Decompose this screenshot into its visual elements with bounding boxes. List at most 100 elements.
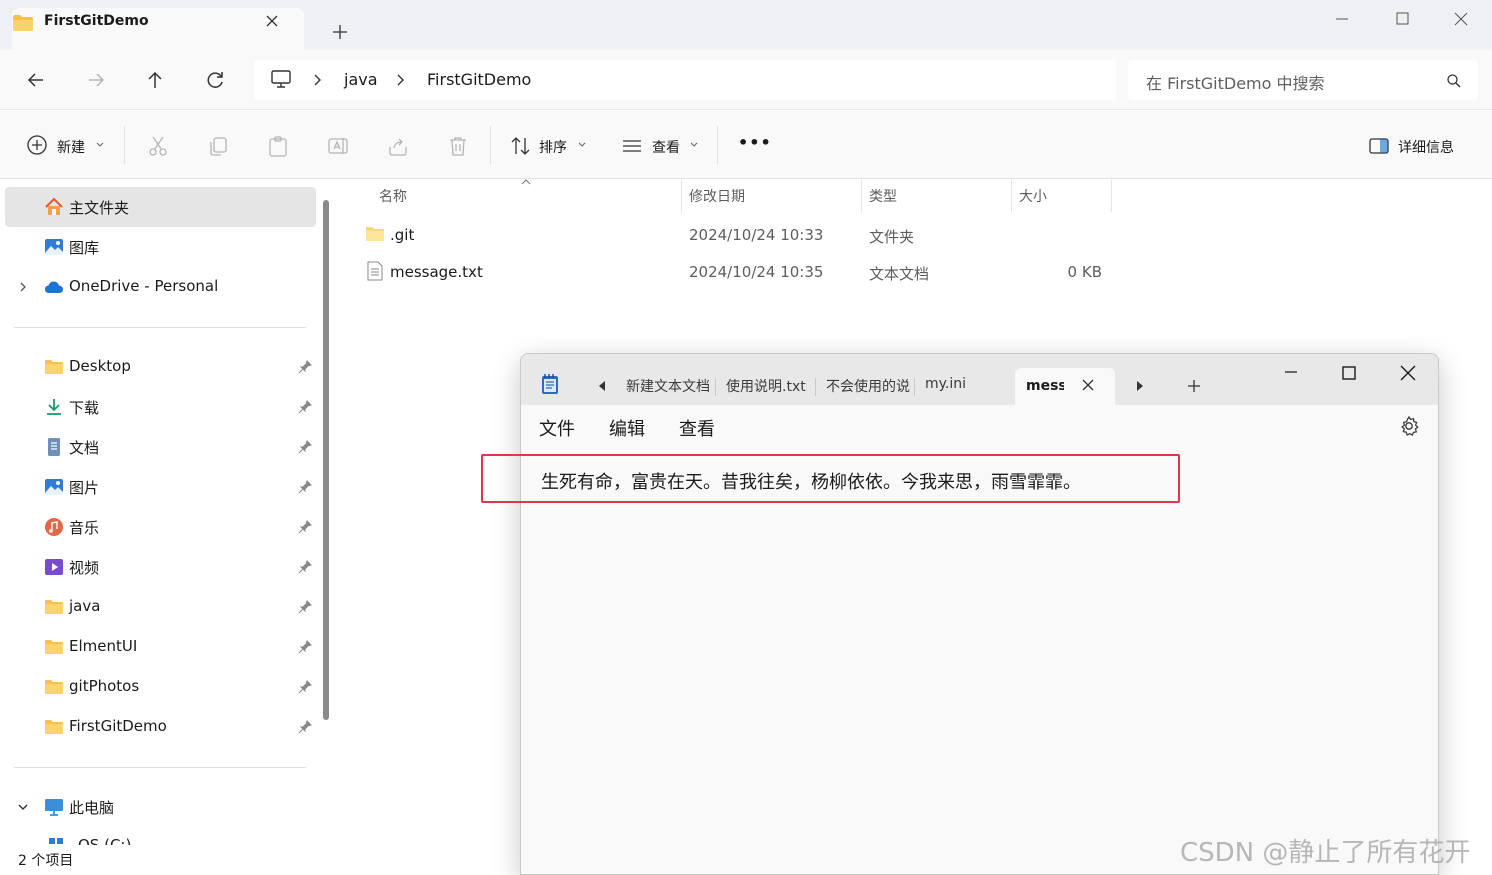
gear-icon[interactable] bbox=[1398, 415, 1420, 437]
delete-icon[interactable] bbox=[446, 134, 470, 158]
forward-arrow-icon[interactable] bbox=[84, 68, 108, 92]
copy-icon[interactable] bbox=[206, 134, 230, 158]
pin-icon[interactable] bbox=[298, 520, 312, 534]
pin-icon[interactable] bbox=[298, 600, 312, 614]
highlight-annotation-box bbox=[481, 454, 1180, 503]
table-row[interactable]: .git 2024/10/24 10:33 文件夹 bbox=[350, 218, 1120, 252]
details-pane-icon[interactable] bbox=[1367, 134, 1391, 158]
nav-item-downloads[interactable]: 下载 bbox=[0, 387, 316, 427]
folder-icon bbox=[365, 225, 385, 243]
nav-item-videos[interactable]: 视频 bbox=[0, 547, 316, 587]
new-icon[interactable] bbox=[26, 134, 50, 158]
chevron-right-icon[interactable] bbox=[16, 280, 30, 294]
plus-icon[interactable] bbox=[1186, 378, 1202, 394]
column-header-type[interactable]: 类型 bbox=[869, 186, 897, 206]
rename-icon[interactable] bbox=[326, 134, 350, 158]
file-date: 2024/10/24 10:35 bbox=[689, 263, 824, 281]
nav-item-desktop[interactable]: Desktop bbox=[0, 347, 316, 387]
paste-icon[interactable] bbox=[266, 134, 290, 158]
nav-item-gitphotos[interactable]: gitPhotos bbox=[0, 667, 316, 707]
menu-view[interactable]: 查看 bbox=[679, 415, 715, 441]
window-close-icon[interactable] bbox=[1398, 364, 1418, 382]
nav-item-music[interactable]: 音乐 bbox=[0, 507, 316, 547]
toolbar-divider bbox=[124, 126, 125, 164]
notepad-tab-1[interactable]: 新建文本文档 bbox=[626, 366, 712, 405]
up-arrow-icon[interactable] bbox=[143, 68, 167, 92]
notepad-window[interactable]: 新建文本文档 使用说明.txt 不会使用的说明 my.ini message.t… bbox=[520, 353, 1439, 875]
menu-edit[interactable]: 编辑 bbox=[609, 415, 645, 441]
pin-icon[interactable] bbox=[298, 440, 312, 454]
column-divider[interactable] bbox=[1111, 180, 1112, 212]
nav-item-java[interactable]: java bbox=[0, 587, 316, 627]
nav-item-label: 音乐 bbox=[69, 519, 100, 537]
more-options-button[interactable]: ••• bbox=[738, 133, 772, 152]
tab-scroll-left-icon[interactable] bbox=[597, 380, 607, 392]
pin-icon[interactable] bbox=[298, 560, 312, 574]
new-button[interactable]: 新建 bbox=[57, 137, 85, 157]
pin-icon[interactable] bbox=[298, 640, 312, 654]
breadcrumb-java[interactable]: java bbox=[344, 70, 378, 89]
nav-item-pictures[interactable]: 图片 bbox=[0, 467, 316, 507]
breadcrumb-firstgitdemo[interactable]: FirstGitDemo bbox=[427, 70, 531, 89]
plus-icon[interactable] bbox=[330, 22, 350, 42]
nav-item-elmentui[interactable]: ElmentUI bbox=[0, 627, 316, 667]
column-header-date[interactable]: 修改日期 bbox=[689, 186, 745, 206]
notepad-tab-5[interactable]: message.txt bbox=[1026, 368, 1064, 407]
column-header-size[interactable]: 大小 bbox=[1019, 186, 1047, 206]
nav-item-home[interactable]: 主文件夹 bbox=[0, 187, 316, 227]
tab-title: FirstGitDemo bbox=[44, 13, 149, 29]
pin-icon[interactable] bbox=[298, 720, 312, 734]
pin-icon[interactable] bbox=[298, 400, 312, 414]
sort-icon[interactable] bbox=[509, 134, 533, 158]
window-close-icon[interactable] bbox=[1449, 10, 1473, 28]
nav-item-os-drive[interactable]: OS (C:) bbox=[0, 827, 316, 845]
column-divider[interactable] bbox=[861, 180, 862, 212]
maximize-icon[interactable] bbox=[1339, 364, 1359, 382]
notepad-tab-2[interactable]: 使用说明.txt bbox=[726, 366, 812, 405]
column-divider[interactable] bbox=[681, 180, 682, 212]
back-arrow-icon[interactable] bbox=[24, 68, 48, 92]
column-divider[interactable] bbox=[1011, 180, 1012, 212]
nav-item-onedrive[interactable]: OneDrive - Personal bbox=[0, 267, 316, 307]
share-icon[interactable] bbox=[386, 134, 410, 158]
pin-icon[interactable] bbox=[298, 480, 312, 494]
nav-item-this-pc[interactable]: 此电脑 bbox=[0, 787, 316, 827]
nav-divider bbox=[14, 767, 306, 768]
search-icon[interactable] bbox=[1446, 73, 1462, 89]
notepad-tab-3[interactable]: 不会使用的说明 bbox=[826, 366, 910, 405]
close-icon[interactable] bbox=[264, 13, 280, 29]
maximize-icon[interactable] bbox=[1390, 10, 1414, 28]
chevron-down-icon[interactable] bbox=[16, 800, 30, 814]
pictures-icon bbox=[44, 477, 64, 497]
minimize-icon[interactable] bbox=[1281, 366, 1301, 382]
pc-icon[interactable] bbox=[270, 69, 292, 89]
tab-divider bbox=[914, 378, 915, 396]
tab-divider bbox=[815, 378, 816, 396]
view-icon[interactable] bbox=[620, 134, 644, 158]
view-button[interactable]: 查看 bbox=[652, 137, 680, 157]
nav-item-firstgitdemo[interactable]: FirstGitDemo bbox=[0, 707, 316, 747]
text-file-icon bbox=[367, 261, 383, 281]
tab-scroll-right-icon[interactable] bbox=[1135, 380, 1145, 392]
search-placeholder: 在 FirstGitDemo 中搜索 bbox=[1146, 74, 1325, 93]
menu-file[interactable]: 文件 bbox=[539, 415, 575, 441]
address-bar[interactable] bbox=[254, 60, 1116, 100]
close-icon[interactable] bbox=[1081, 378, 1095, 392]
pin-icon[interactable] bbox=[298, 680, 312, 694]
nav-item-label: OS (C:) bbox=[78, 836, 132, 845]
notepad-tab-4[interactable]: my.ini bbox=[925, 366, 1005, 405]
details-button[interactable]: 详细信息 bbox=[1398, 137, 1454, 157]
nav-scrollbar[interactable] bbox=[323, 200, 329, 720]
table-row[interactable]: message.txt 2024/10/24 10:35 文本文档 0 KB bbox=[350, 255, 1120, 289]
sort-button[interactable]: 排序 bbox=[539, 137, 567, 157]
refresh-icon[interactable] bbox=[203, 68, 227, 92]
folder-icon bbox=[12, 14, 34, 32]
minimize-icon[interactable] bbox=[1330, 10, 1354, 28]
cut-icon[interactable] bbox=[146, 134, 170, 158]
file-name: message.txt bbox=[390, 263, 483, 281]
nav-item-documents[interactable]: 文档 bbox=[0, 427, 316, 467]
column-header-name[interactable]: 名称 bbox=[379, 186, 407, 206]
nav-item-gallery[interactable]: 图库 bbox=[0, 227, 316, 267]
pin-icon[interactable] bbox=[298, 360, 312, 374]
nav-item-label: 图片 bbox=[69, 479, 100, 497]
